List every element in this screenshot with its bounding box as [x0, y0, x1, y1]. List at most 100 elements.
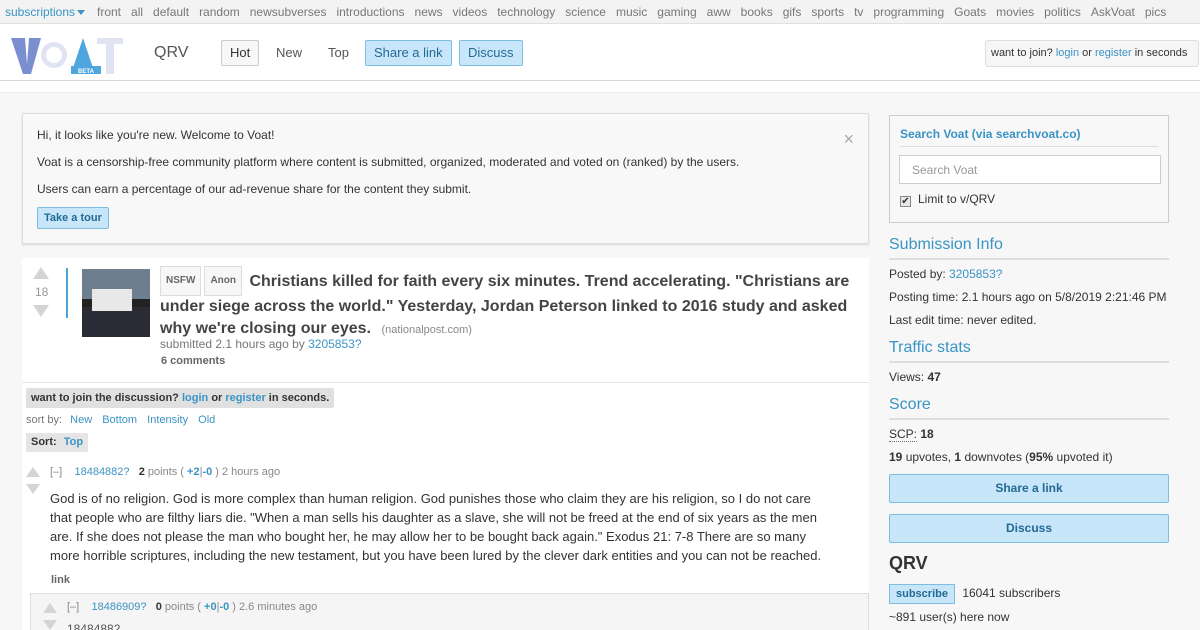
discuss-button[interactable]: Discuss — [459, 40, 523, 66]
limit-label: Limit to v/QRV — [918, 192, 996, 206]
downvote-arrow-icon[interactable] — [33, 305, 49, 317]
subverse-link[interactable]: gaming — [657, 5, 696, 19]
subverse-link[interactable]: all — [131, 5, 143, 19]
subverse-link[interactable]: videos — [453, 5, 488, 19]
comment-permalink[interactable]: link — [51, 574, 70, 586]
upvote-arrow-icon[interactable] — [33, 267, 49, 279]
post-title[interactable]: Christians killed for faith every six mi… — [160, 273, 849, 337]
downvote-count: -0 — [219, 601, 230, 613]
subverse-link[interactable]: movies — [996, 5, 1034, 19]
upvote-arrow-icon[interactable] — [43, 603, 57, 613]
sort-old[interactable]: Old — [198, 414, 215, 426]
subverse-link[interactable]: random — [199, 5, 240, 19]
close-icon[interactable]: × — [843, 129, 854, 150]
subverse-link[interactable]: sports — [811, 5, 844, 19]
subverse-link[interactable]: technology — [497, 5, 555, 19]
subscriber-count: 16041 subscribers — [962, 586, 1061, 600]
post-author[interactable]: 3205853? — [308, 337, 361, 351]
subverse-link[interactable]: news — [415, 5, 443, 19]
discussion-register-link[interactable]: register — [225, 392, 265, 404]
subscribe-row: subscribe 16041 subscribers — [889, 584, 1060, 604]
online-users: ~891 user(s) here now — [889, 610, 1010, 624]
divider — [22, 382, 869, 383]
tab-hot[interactable]: Hot — [221, 40, 260, 66]
post-domain[interactable]: (nationalpost.com) — [381, 324, 472, 336]
subverse-bar: subscriptions front all default random newsu… — [0, 0, 1200, 24]
subverse-link[interactable]: introductions — [336, 5, 404, 19]
posted-by-user[interactable]: 3205853? — [949, 267, 1002, 281]
subverse-link[interactable]: gifs — [783, 5, 802, 19]
post-thumbnail[interactable] — [82, 269, 150, 337]
anon-tag: Anon — [204, 266, 242, 296]
comment-header: [–] 18484882? 2 points ( +2|-0 ) 2 hours… — [50, 466, 281, 478]
scp-value: 18 — [920, 427, 934, 441]
register-link[interactable]: register — [1095, 47, 1132, 59]
subscriptions-label: subscriptions — [5, 5, 76, 19]
tab-new[interactable]: New — [267, 40, 311, 66]
downvote-arrow-icon[interactable] — [43, 620, 57, 630]
current-sort: Sort: Top — [26, 433, 89, 452]
last-edit-time: Last edit time: never edited. — [889, 313, 1037, 327]
search-heading[interactable]: Search Voat (via searchvoat.co) — [900, 127, 1158, 147]
subscriptions-menu[interactable]: subscriptions — [5, 5, 86, 19]
upvote-count: +0 — [204, 601, 217, 613]
sort-new[interactable]: New — [70, 414, 92, 426]
subverse-link[interactable]: aww — [707, 5, 731, 19]
welcome-panel: Hi, it looks like you're new. Welcome to… — [22, 113, 869, 244]
sidebar-share-link-button[interactable]: Share a link — [889, 474, 1169, 503]
subverse-link[interactable]: tv — [854, 5, 863, 19]
post-title-block: NSFW Anon Christians killed for faith eve… — [160, 266, 860, 341]
discussion-login-link[interactable]: login — [182, 392, 208, 404]
join-discussion-banner: want to join the discussion? login or re… — [26, 388, 335, 408]
downvote-arrow-icon[interactable] — [26, 484, 40, 494]
comment-points: 0 — [155, 601, 162, 613]
scp-label: SCP: — [889, 427, 918, 442]
take-tour-button[interactable]: Take a tour — [37, 207, 109, 229]
login-link[interactable]: login — [1056, 47, 1079, 59]
sidebar-subverse-title[interactable]: QRV — [889, 553, 928, 574]
subverse-link[interactable]: front — [97, 5, 121, 19]
subverse-link[interactable]: Goats — [954, 5, 986, 19]
upvote-arrow-icon[interactable] — [26, 467, 40, 477]
subverse-link[interactable]: programming — [873, 5, 944, 19]
subverse-link[interactable]: science — [565, 5, 606, 19]
welcome-line: Users can earn a percentage of our ad-re… — [37, 182, 472, 196]
subverse-link[interactable]: music — [616, 5, 647, 19]
post-score: 18 — [35, 285, 49, 299]
discussion-or: or — [211, 392, 223, 404]
submission-info-heading: Submission Info — [889, 236, 1169, 260]
search-input[interactable]: Search Voat — [899, 155, 1161, 184]
subverse-links: front all default random newsubverses introdu… — [97, 5, 1176, 19]
limit-checkbox-row[interactable]: ✔ Limit to v/QRV — [900, 192, 995, 207]
collapse-toggle[interactable]: [–] — [50, 466, 62, 478]
subverse-link[interactable]: politics — [1044, 5, 1081, 19]
tab-top[interactable]: Top — [319, 40, 358, 66]
comments-link[interactable]: 6 comments — [161, 355, 225, 367]
score-heading: Score — [889, 396, 1169, 420]
subverse-link[interactable]: AskVoat — [1091, 5, 1135, 19]
sort-bottom[interactable]: Bottom — [102, 414, 137, 426]
share-link-button[interactable]: Share a link — [365, 40, 452, 66]
subverse-link[interactable]: default — [153, 5, 189, 19]
comment-time: 2.6 minutes ago — [239, 601, 318, 613]
welcome-line: Voat is a censorship-free community plat… — [37, 155, 740, 169]
subverse-link[interactable]: books — [741, 5, 773, 19]
sort-intensity[interactable]: Intensity — [147, 414, 188, 426]
voat-logo[interactable]: BETA — [11, 36, 123, 78]
sidebar-discuss-button[interactable]: Discuss — [889, 514, 1169, 543]
checkbox-checked-icon[interactable]: ✔ — [900, 196, 911, 207]
current-sort-value[interactable]: Top — [64, 436, 83, 448]
upvoted-percent: 95% — [1029, 450, 1054, 464]
collapse-toggle[interactable]: [–] — [67, 601, 79, 613]
subverse-link[interactable]: pics — [1145, 5, 1166, 19]
comment-author[interactable]: 18484882? — [74, 466, 129, 478]
points-word: points — [164, 601, 195, 613]
upvoted-suffix: upvoted it) — [1056, 450, 1113, 464]
comment-author[interactable]: 18486909? — [91, 601, 146, 613]
views: Views: 47 — [889, 370, 941, 384]
submitted-text: submitted 2.1 hours ago by — [160, 337, 305, 351]
welcome-line: Hi, it looks like you're new. Welcome to… — [37, 128, 275, 142]
subverse-link[interactable]: newsubverses — [250, 5, 327, 19]
subscribe-button[interactable]: subscribe — [889, 584, 955, 604]
subverse-name[interactable]: QRV — [154, 44, 188, 62]
